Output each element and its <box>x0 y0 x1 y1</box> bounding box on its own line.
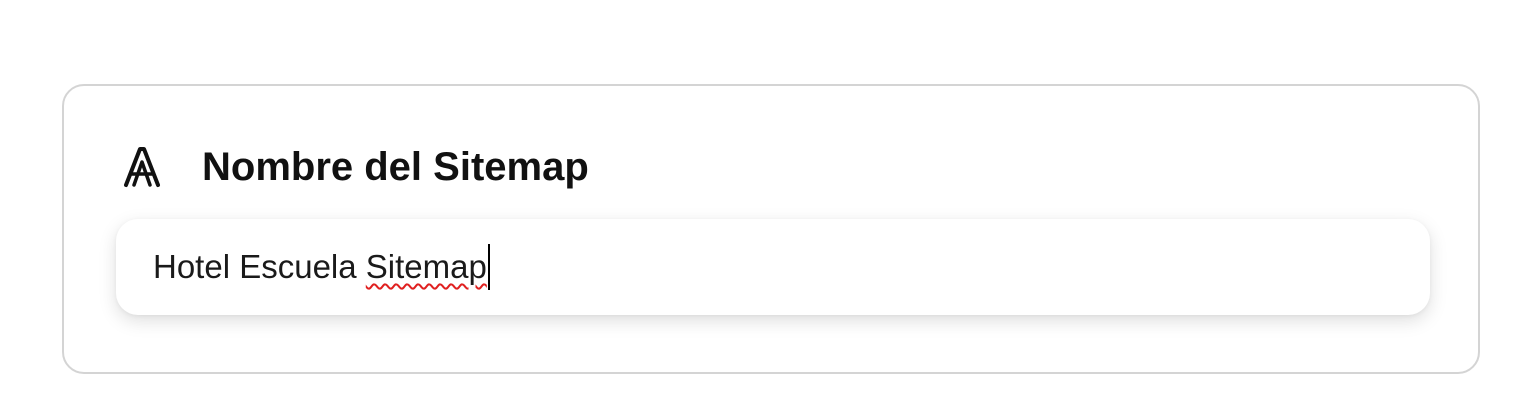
input-value-text: Hotel Escuela <box>153 248 366 285</box>
text-caret <box>487 244 490 290</box>
sitemap-name-card: Nombre del Sitemap Hotel Escuela Sitemap <box>62 84 1480 374</box>
font-letter-a-icon <box>122 146 162 188</box>
section-title: Nombre del Sitemap <box>202 145 589 189</box>
input-value[interactable]: Hotel Escuela Sitemap <box>153 245 487 289</box>
section-header: Nombre del Sitemap <box>122 142 589 192</box>
sitemap-name-input[interactable]: Hotel Escuela Sitemap <box>116 219 1430 315</box>
misspelled-word: Sitemap <box>365 248 487 285</box>
